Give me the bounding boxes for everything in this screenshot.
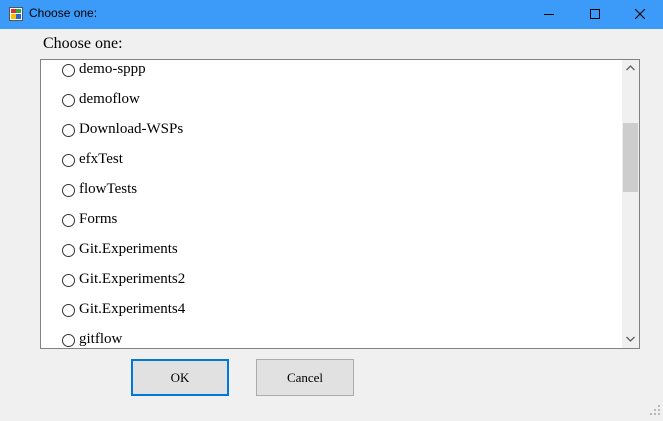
list-item-label: flowTests [79,181,138,197]
list-item[interactable]: gitflow [41,326,621,348]
radio-button[interactable] [62,304,75,317]
radio-button[interactable] [62,64,75,77]
close-icon [635,9,645,19]
list-item[interactable]: efxTest [41,146,621,176]
list-item[interactable]: Forms [41,206,621,236]
list-item-label: Git.Experiments2 [79,271,186,287]
scroll-thumb[interactable] [623,123,638,192]
resize-grip-icon[interactable] [649,403,661,415]
options-listbox[interactable]: demo-sppp demoflow Download-WSPs efxTest flo… [40,59,640,349]
radio-button[interactable] [62,334,75,347]
vertical-scrollbar[interactable] [622,60,639,348]
list-item[interactable]: Download-WSPs [41,116,621,146]
radio-button[interactable] [62,274,75,287]
list-item[interactable]: flowTests [41,176,621,206]
list-item[interactable]: demoflow [41,86,621,116]
window-title: Choose one: [29,6,98,20]
app-window-icon [9,7,23,21]
list-item-label: demo-sppp [79,61,146,77]
list-item-label: Download-WSPs [79,121,184,137]
list-item-label: demoflow [79,91,140,107]
title-bar[interactable]: Choose one: [0,0,663,29]
scroll-up-button[interactable] [622,60,639,77]
radio-button[interactable] [62,124,75,137]
options-list: demo-sppp demoflow Download-WSPs efxTest flo… [41,60,621,348]
list-item[interactable]: Git.Experiments [41,236,621,266]
list-item[interactable]: Git.Experiments4 [41,296,621,326]
list-item[interactable]: Git.Experiments2 [41,266,621,296]
radio-button[interactable] [62,184,75,197]
radio-button[interactable] [62,244,75,257]
list-item[interactable]: demo-sppp [41,60,621,86]
maximize-button[interactable] [572,0,618,29]
list-item-label: efxTest [79,151,123,167]
list-item-label: Git.Experiments [79,241,178,257]
cancel-button[interactable]: Cancel [256,359,354,396]
maximize-icon [590,9,600,19]
radio-button[interactable] [62,154,75,167]
radio-button[interactable] [62,94,75,107]
minimize-button[interactable] [526,0,572,29]
chevron-down-icon [626,336,635,342]
prompt-label: Choose one: [43,35,123,52]
minimize-icon [544,14,554,15]
ok-button[interactable]: OK [131,359,229,396]
scroll-down-button[interactable] [622,331,639,348]
radio-button[interactable] [62,214,75,227]
chevron-up-icon [626,65,635,71]
list-item-label: Forms [79,211,118,227]
list-item-label: gitflow [79,331,123,347]
close-button[interactable] [617,0,663,29]
list-item-label: Git.Experiments4 [79,301,186,317]
